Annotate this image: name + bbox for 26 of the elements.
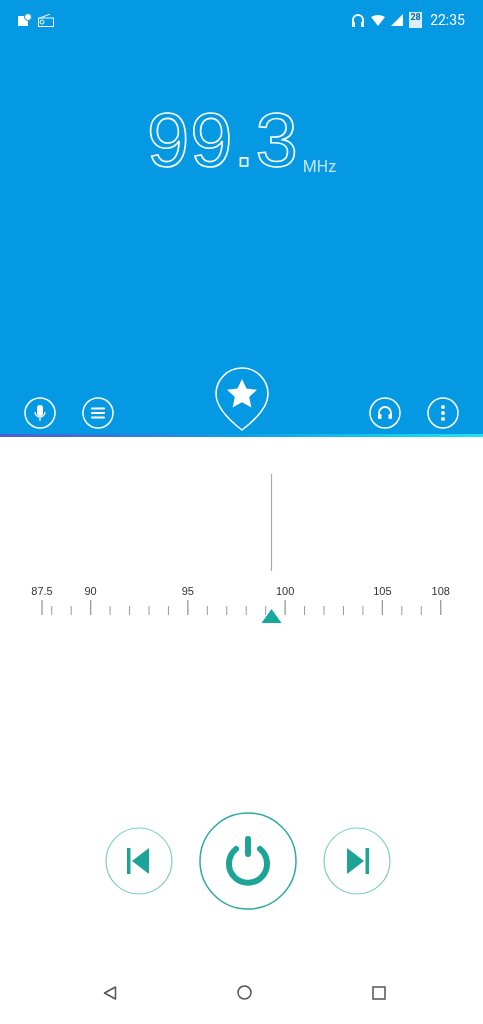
tuning-pointer[interactable]	[261, 609, 282, 623]
back-icon[interactable]	[102, 985, 117, 1000]
favorite-star-icon[interactable]	[214, 367, 269, 431]
menu-icon[interactable]	[82, 397, 114, 429]
frequency-label: 105	[373, 585, 392, 597]
previous-button[interactable]	[104, 827, 173, 895]
frequency-unit: MHz	[302, 157, 337, 176]
frequency-label: 100	[275, 585, 295, 597]
frequency-label: 87.5	[31, 585, 53, 597]
headphones-icon	[351, 12, 366, 28]
frequency-label: 108	[431, 585, 450, 597]
microphone-icon[interactable]	[24, 397, 56, 429]
home-icon[interactable]	[236, 985, 252, 1000]
radio-icon	[38, 13, 54, 27]
signal-icon	[391, 14, 404, 26]
status-time: 22:35	[430, 12, 465, 28]
headphones-icon[interactable]	[369, 397, 401, 429]
recents-icon[interactable]	[371, 985, 386, 1000]
frequency-label: 95	[181, 585, 194, 597]
next-button[interactable]	[322, 827, 391, 895]
battery-icon: 28	[409, 12, 423, 28]
power-button[interactable]	[198, 812, 297, 910]
wifi-icon	[371, 14, 386, 26]
frequency-reading: 99.3	[146, 100, 299, 180]
more-options-icon[interactable]	[427, 397, 459, 429]
frequency-label: 90	[84, 585, 97, 597]
